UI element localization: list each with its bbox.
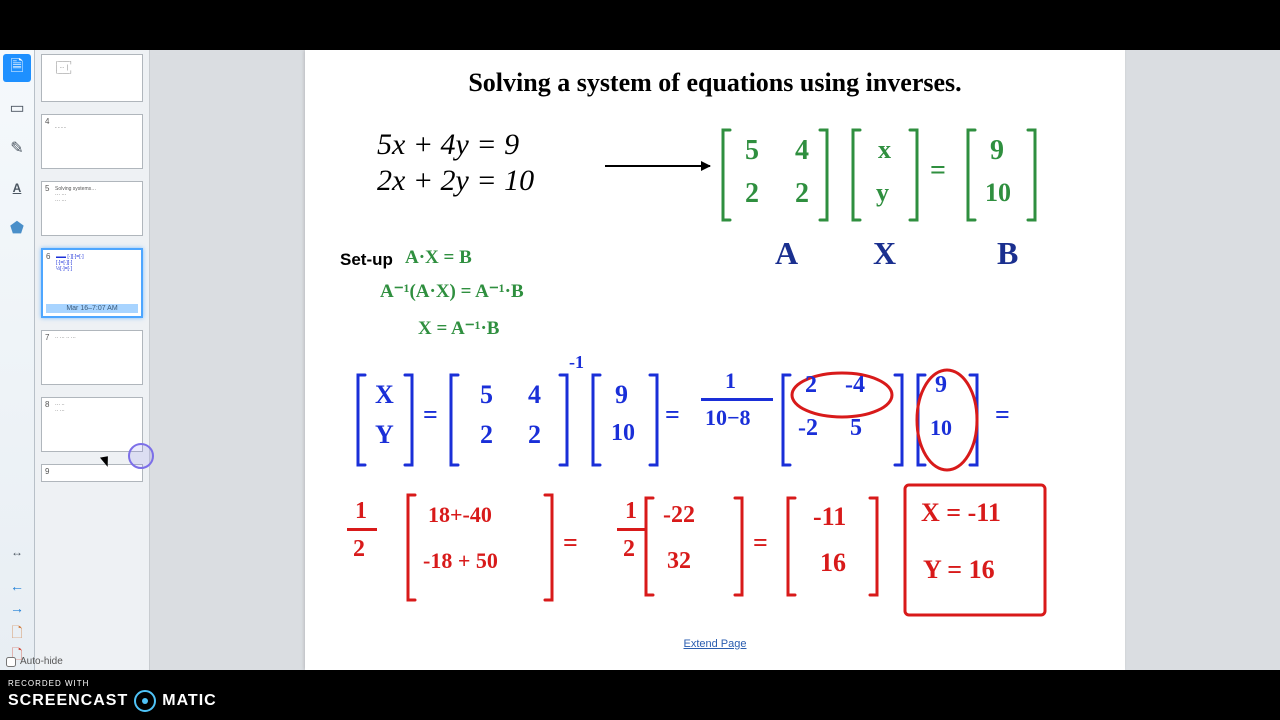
matrix-X-1: y	[876, 178, 889, 208]
half1bar	[347, 528, 377, 531]
adj10: -2	[798, 415, 818, 442]
label-B: B	[997, 235, 1018, 272]
A10: 2	[480, 420, 493, 450]
fracbar	[701, 398, 773, 401]
equals: =	[930, 155, 946, 187]
half1n: 1	[355, 498, 367, 525]
file-tool-icon[interactable]: 🗎	[3, 54, 31, 82]
select-tool-icon[interactable]: ▭	[3, 94, 31, 122]
B20: 9	[935, 372, 947, 399]
eq1: =	[423, 400, 438, 430]
setup-l3: X = A⁻¹·B	[418, 317, 499, 340]
recorder-watermark: RECORDED WITH SCREENCAST MATIC	[8, 679, 217, 712]
nav-arrows: ← → 🗋 🗋	[6, 578, 28, 662]
xy-0: X	[375, 380, 394, 410]
adj11: 5	[850, 415, 862, 442]
A01: 4	[528, 380, 541, 410]
arrow-icon	[605, 165, 710, 167]
label-X: X	[873, 235, 896, 272]
prev-arrow-icon[interactable]: ←	[6, 578, 28, 596]
thumbnail[interactable]: 8 ··· ···· ···	[41, 397, 143, 452]
expand-icon[interactable]: ↔	[3, 538, 31, 566]
eq5: =	[753, 528, 768, 558]
m21: 32	[667, 548, 691, 575]
B1: 10	[611, 420, 635, 447]
extend-page-link[interactable]: Extend Page	[684, 638, 747, 650]
equation-block: 5x + 4y = 9 2x + 2y = 10	[377, 128, 534, 200]
thumbnail[interactable]: ┌───┐│ ··· │└───┘	[41, 54, 143, 102]
thumbnail[interactable]: 4 - - - -	[41, 114, 143, 169]
matrix-A-00: 5	[745, 135, 759, 167]
sol1: X = -11	[921, 498, 1001, 528]
shapes-tool-icon[interactable]: ⬟	[3, 214, 31, 242]
thumb-caption: Mar 16–7:07 AM	[46, 304, 138, 313]
B0: 9	[615, 380, 628, 410]
thumbnail[interactable]: 5 Solving systems…··· ······ ···	[41, 181, 143, 236]
video-bottom-letterbox: RECORDED WITH SCREENCAST MATIC	[0, 670, 1280, 720]
adj01: -4	[845, 372, 865, 399]
matrix-B-0: 9	[990, 135, 1004, 167]
thumbnail-selected[interactable]: 6 ▬▬ [·][·]=[·][·]=[·][·]½[·]=[·] Mar 16…	[41, 248, 143, 318]
half1d: 2	[353, 536, 365, 563]
eq4: =	[563, 528, 578, 558]
video-top-letterbox	[0, 0, 1280, 50]
inv-exp: -1	[569, 352, 584, 373]
adj00: 2	[805, 372, 817, 399]
page-title: Solving a system of equations using inve…	[305, 50, 1125, 98]
detden: 10−8	[705, 405, 751, 431]
thumb-number: 9	[45, 467, 49, 476]
xy-1: Y	[375, 420, 394, 450]
matrix-A-11: 2	[795, 178, 809, 210]
workspace: 🗎 ▭ ✎ A ⬟ ↔ ← → 🗋 🗋 ┌───┐│ ··· │└───┘ 4 …	[0, 50, 1280, 670]
thumb-number: 8	[45, 400, 49, 409]
setup-label: Set-up	[340, 250, 393, 270]
pen-tool-icon[interactable]: ✎	[3, 134, 31, 162]
detnum: 1	[725, 368, 736, 394]
eq3: =	[995, 400, 1010, 430]
half2n: 1	[625, 498, 637, 525]
thumbnail-panel: ┌───┐│ ··· │└───┘ 4 - - - - 5 Solving sy…	[35, 50, 150, 670]
eq2: =	[665, 400, 680, 430]
watermark-logo-icon	[134, 690, 156, 712]
thumbnail[interactable]: 7 ·· ··· ·· ···	[41, 330, 143, 385]
m30: -11	[813, 502, 846, 532]
matrix-A-01: 4	[795, 135, 809, 167]
thumb-number: 4	[45, 117, 49, 126]
add-page-icon[interactable]: 🗋	[6, 622, 28, 640]
setup-l1: A·X = B	[405, 247, 472, 269]
canvas-area: Solving a system of equations using inve…	[150, 50, 1280, 670]
setup-l2: A⁻¹(A·X) = A⁻¹·B	[380, 280, 524, 303]
B21: 10	[930, 415, 952, 441]
A00: 5	[480, 380, 493, 410]
whiteboard-page[interactable]: Solving a system of equations using inve…	[305, 50, 1125, 670]
matrix-B-1: 10	[985, 178, 1011, 208]
half2d: 2	[623, 536, 635, 563]
m31: 16	[820, 548, 846, 578]
m20: -22	[663, 502, 695, 529]
left-toolbar: 🗎 ▭ ✎ A ⬟ ↔ ← → 🗋 🗋	[0, 50, 35, 670]
autohide-label: Auto-hide	[35, 656, 63, 667]
matrix-X-0: x	[878, 135, 891, 165]
matrix-A-10: 2	[745, 178, 759, 210]
thumb-number: 7	[45, 333, 49, 342]
A11: 2	[528, 420, 541, 450]
sol2: Y = 16	[923, 555, 995, 585]
thumbnail[interactable]: 9	[41, 464, 143, 482]
m10: 18+-40	[428, 502, 492, 528]
thumb-number: 5	[45, 184, 49, 193]
cursor-highlight-icon	[128, 443, 154, 469]
m11: -18 + 50	[423, 548, 498, 574]
half2bar	[617, 528, 645, 531]
autohide-row: Auto-hide	[35, 653, 150, 670]
text-tool-icon[interactable]: A	[3, 174, 31, 202]
thumb-number: 6	[46, 252, 50, 261]
label-A: A	[775, 235, 798, 272]
next-arrow-icon[interactable]: →	[6, 600, 28, 618]
